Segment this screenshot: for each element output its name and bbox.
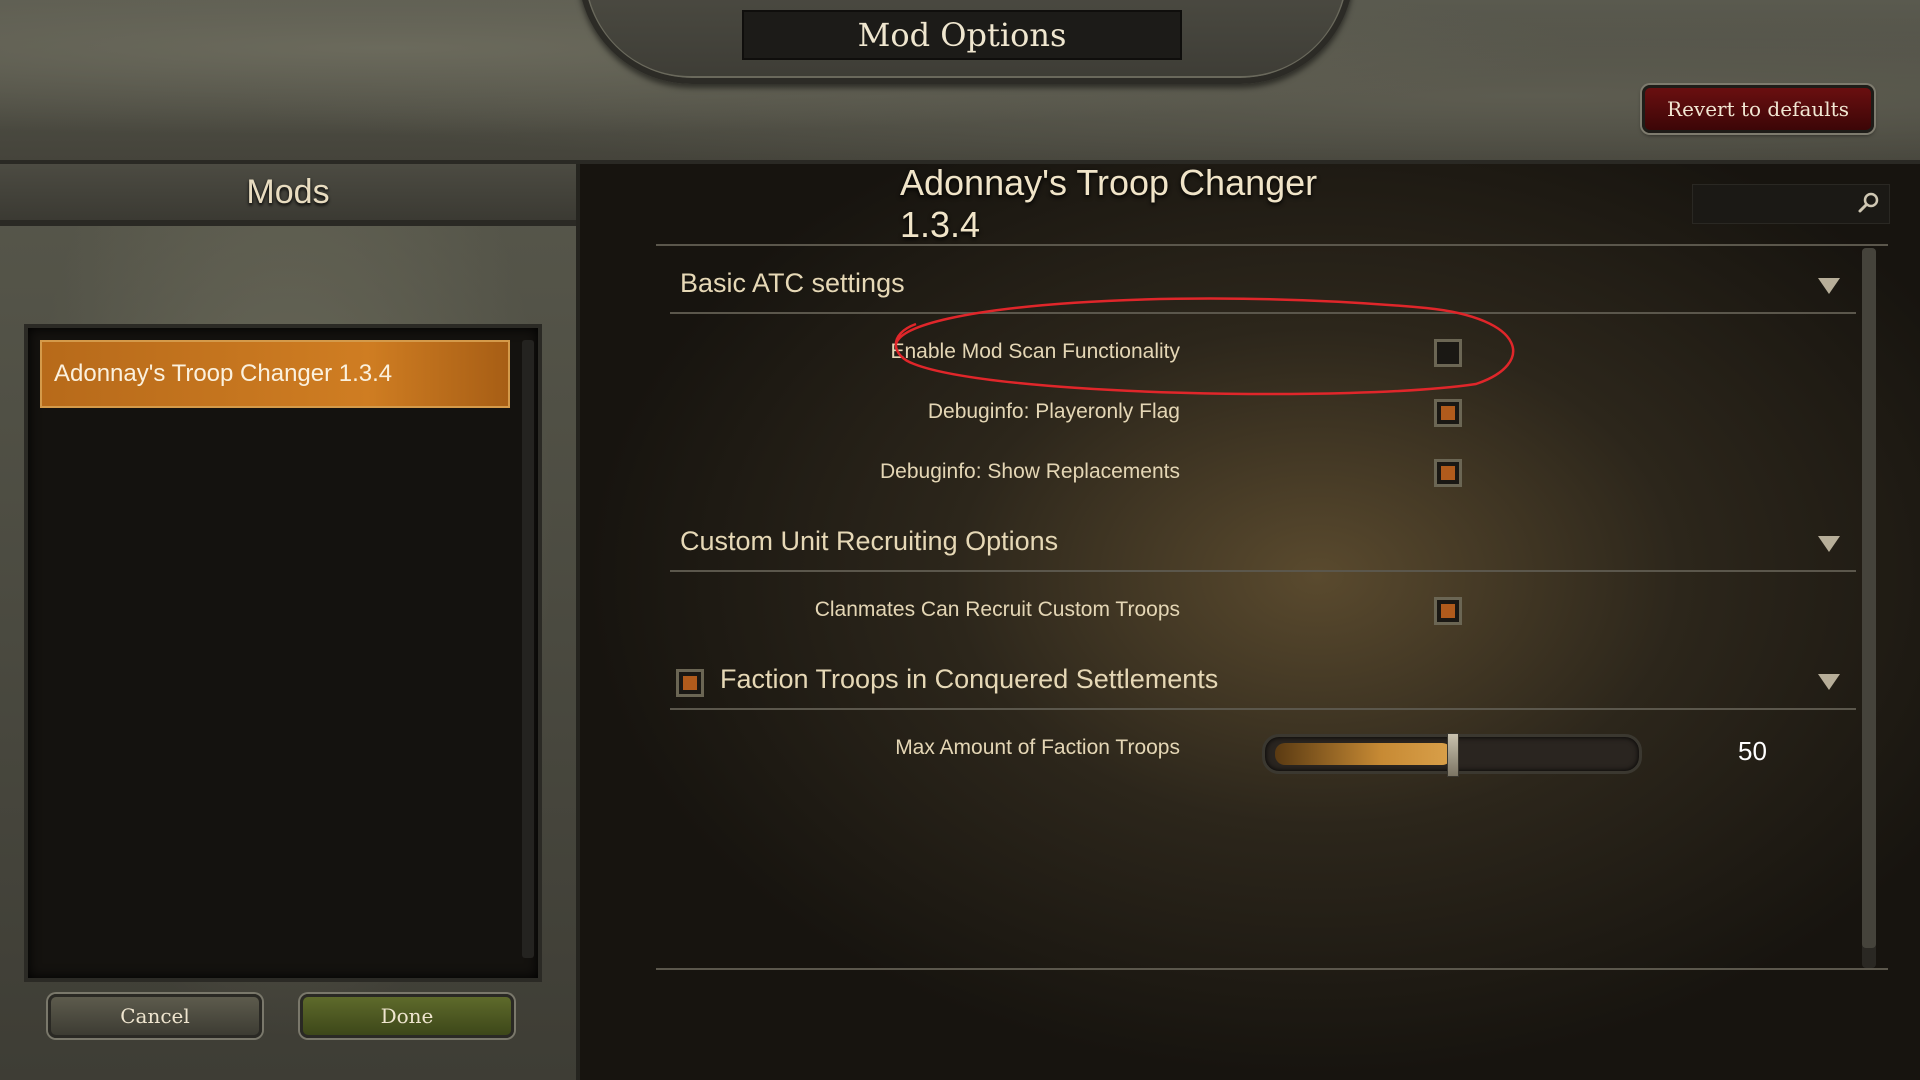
revert-to-defaults-button[interactable]: Revert to defaults: [1642, 85, 1874, 133]
max-faction-troops-slider[interactable]: [1262, 733, 1642, 777]
section-divider: [670, 570, 1856, 572]
checkbox-faction-troops-section[interactable]: [676, 669, 704, 697]
checkbox-playeronly-flag[interactable]: [1434, 399, 1462, 427]
window-title: Mod Options: [742, 10, 1182, 60]
mods-sidebar: Mods Adonnay's Troop Changer 1.3.4: [0, 164, 580, 1080]
section-title-basic-atc: Basic ATC settings: [680, 268, 905, 298]
section-divider: [670, 708, 1856, 710]
option-label-show-replacements: Debuginfo: Show Replacements: [879, 460, 1180, 483]
mod-list: Adonnay's Troop Changer 1.3.4: [24, 324, 542, 982]
search-icon[interactable]: [1857, 191, 1881, 215]
mod-list-scrollbar[interactable]: [522, 340, 534, 958]
mod-title: Adonnay's Troop Changer 1.3.4: [900, 162, 1318, 245]
option-label-enable-mod-scan: Enable Mod Scan Functionality: [890, 340, 1181, 363]
collapse-arrow-icon[interactable]: [1818, 278, 1840, 294]
done-button[interactable]: Done: [300, 994, 514, 1038]
slider-fill: [1275, 743, 1452, 765]
checkbox-show-replacements[interactable]: [1434, 459, 1462, 487]
bottom-divider: [656, 968, 1888, 970]
section-title-faction-troops: Faction Troops in Conquered Settlements: [720, 664, 1219, 694]
option-label-playeronly-flag: Debuginfo: Playeronly Flag: [927, 400, 1180, 423]
settings-scrollbar-thumb[interactable]: [1862, 248, 1876, 948]
title-divider: [656, 244, 1888, 246]
collapse-arrow-icon[interactable]: [1818, 536, 1840, 552]
cancel-button[interactable]: Cancel: [48, 994, 262, 1038]
option-label-max-faction-troops: Max Amount of Faction Troops: [895, 736, 1180, 759]
checkbox-enable-mod-scan[interactable]: [1434, 339, 1462, 367]
collapse-arrow-icon[interactable]: [1818, 674, 1840, 690]
slider-handle[interactable]: [1447, 733, 1459, 777]
search-input[interactable]: [1692, 184, 1890, 224]
option-label-clanmates-recruit: Clanmates Can Recruit Custom Troops: [814, 598, 1180, 621]
mod-list-item-adonnays-troop-changer[interactable]: Adonnay's Troop Changer 1.3.4: [40, 340, 510, 408]
slider-value: 50: [1738, 735, 1767, 766]
mods-header: Mods: [0, 164, 576, 226]
checkbox-clanmates-recruit[interactable]: [1434, 597, 1462, 625]
settings-panel: [580, 164, 1920, 1080]
section-divider: [670, 312, 1856, 314]
section-title-custom-unit-recruiting: Custom Unit Recruiting Options: [680, 526, 1059, 556]
